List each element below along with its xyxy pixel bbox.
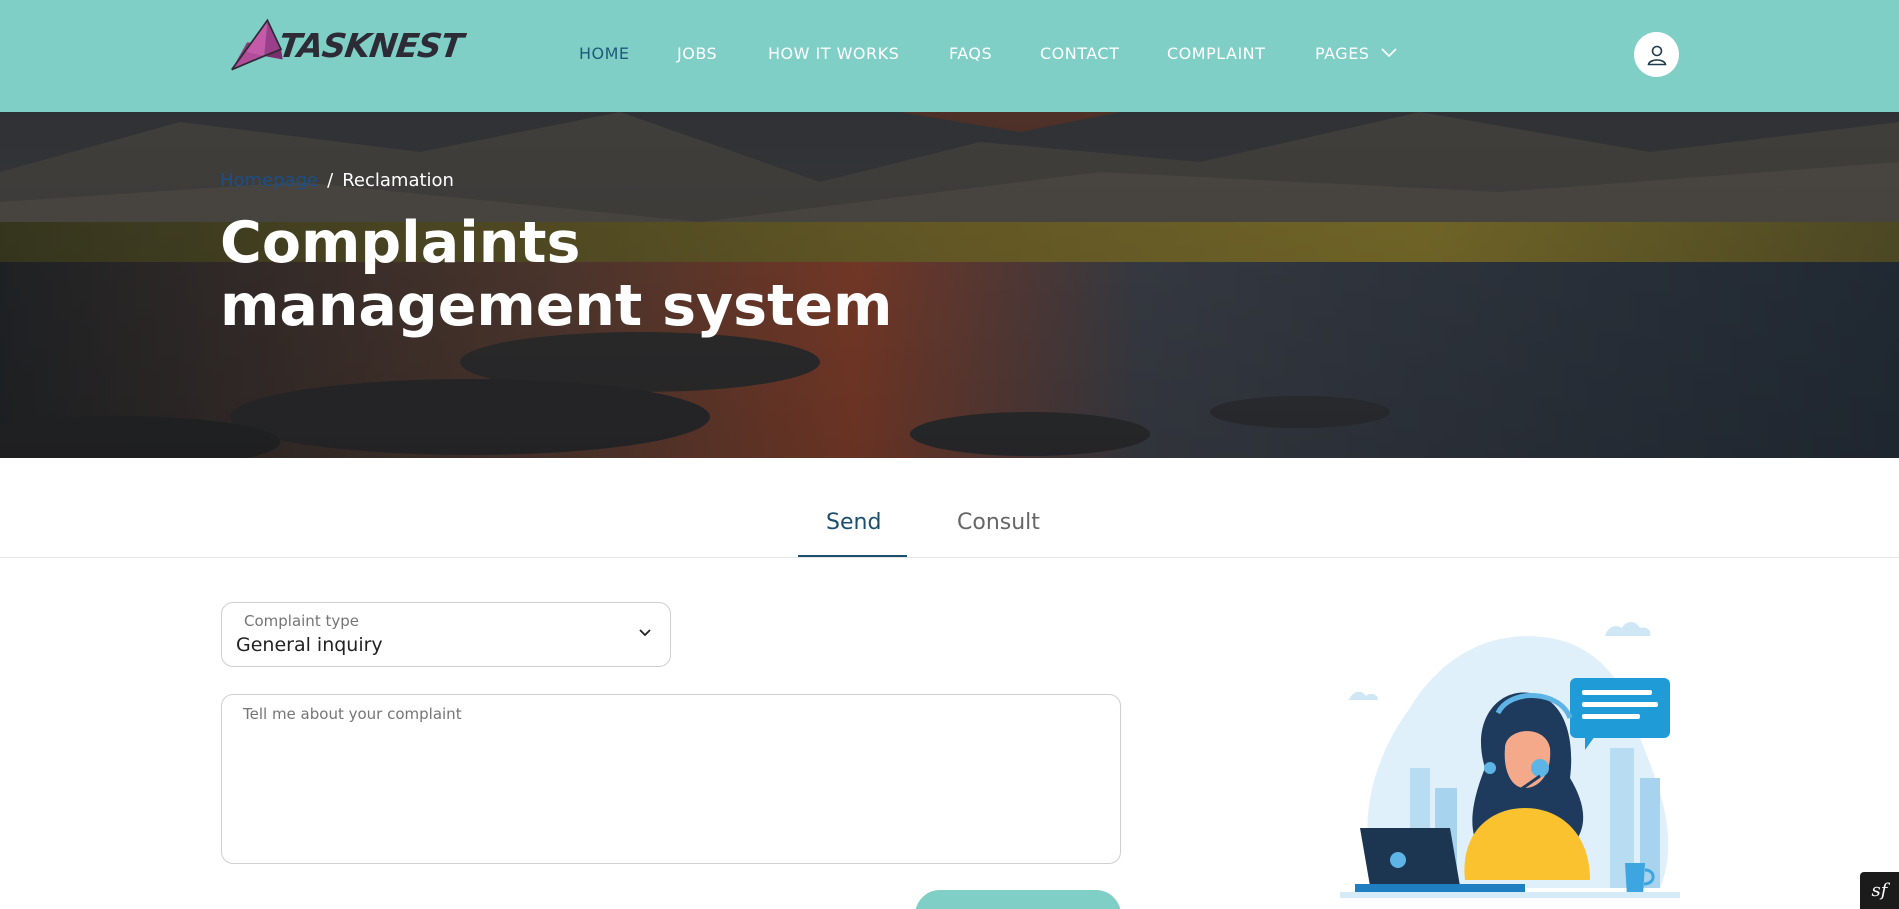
hero-banner: Homepage / Reclamation Complaints manageme… xyxy=(0,112,1899,458)
nav-complaint[interactable]: COMPLAINT xyxy=(1167,44,1265,63)
chevron-down-icon xyxy=(639,629,651,637)
nav-contact[interactable]: CONTACT xyxy=(1040,44,1119,63)
breadcrumb-current: Reclamation xyxy=(342,170,454,191)
site-header: TASKNEST HOME JOBS HOW IT WORKS FAQS CON… xyxy=(0,0,1899,112)
complaint-type-value: General inquiry xyxy=(236,634,383,656)
symfony-icon: sf xyxy=(1871,880,1888,901)
symfony-toolbar-badge[interactable]: sf xyxy=(1860,872,1899,909)
tab-consult[interactable]: Consult xyxy=(957,510,1040,535)
active-tab-indicator xyxy=(798,555,907,557)
page-title-line2: management system xyxy=(220,273,893,339)
breadcrumb-separator: / xyxy=(327,170,334,191)
submit-complaint-button[interactable] xyxy=(915,890,1121,909)
nav-jobs[interactable]: JOBS xyxy=(677,44,717,63)
nav-pages[interactable]: PAGES xyxy=(1315,44,1397,63)
complaint-type-select[interactable]: Complaint type General inquiry xyxy=(221,602,671,667)
nav-how-it-works[interactable]: HOW IT WORKS xyxy=(768,44,899,63)
complaint-message-input[interactable] xyxy=(222,695,1120,863)
main-nav: HOME JOBS HOW IT WORKS FAQS CONTACT COMP… xyxy=(0,0,1899,108)
nav-home[interactable]: HOME xyxy=(579,44,630,63)
user-account-button[interactable] xyxy=(1634,32,1679,77)
tab-send[interactable]: Send xyxy=(826,510,881,535)
breadcrumb: Homepage / Reclamation xyxy=(220,170,454,191)
user-icon xyxy=(1647,45,1666,65)
nav-pages-label: PAGES xyxy=(1315,44,1370,63)
complaint-tabs: Send Consult xyxy=(0,458,1899,558)
chevron-down-icon xyxy=(1381,47,1397,57)
support-agent-illustration xyxy=(1340,622,1680,898)
breadcrumb-home-link[interactable]: Homepage xyxy=(220,170,318,191)
nav-faqs[interactable]: FAQS xyxy=(949,44,992,63)
page-title-line1: Complaints xyxy=(220,210,581,276)
page-title: Complaints management system xyxy=(220,212,920,338)
complaint-type-label: Complaint type xyxy=(244,612,359,630)
complaint-message-field[interactable] xyxy=(221,694,1121,864)
